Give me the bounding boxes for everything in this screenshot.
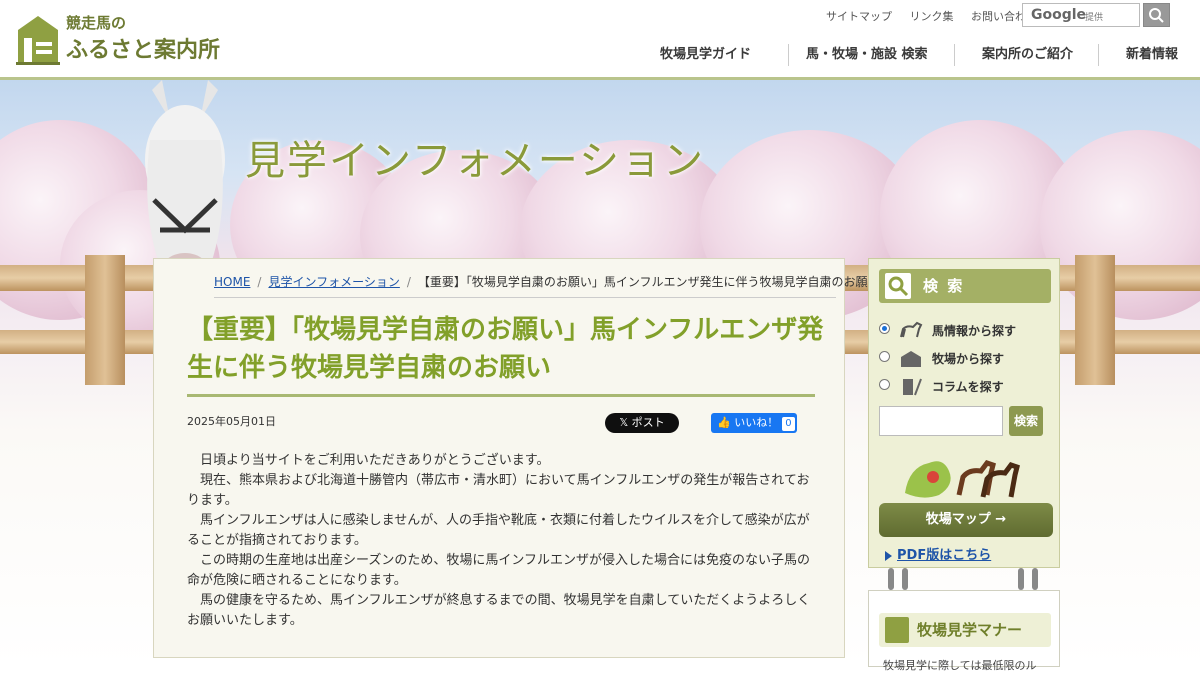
search-option-label: 馬情報から探す — [932, 324, 1017, 338]
google-brand-text: Google — [1031, 7, 1087, 23]
book-icon — [885, 617, 909, 643]
breadcrumb-section-link[interactable]: 見学インフォメーション — [268, 275, 399, 289]
article-title: 【重要】「牧場見学自粛のお願い」馬インフルエンザ発生に伴う牧場見学自粛のお願い — [187, 315, 824, 383]
hokkaido-map-horses-icon — [905, 460, 1020, 498]
nav-divider — [1098, 44, 1099, 66]
radio-button[interactable] — [879, 351, 890, 362]
site-search-button[interactable] — [1143, 3, 1170, 27]
nav-divider — [788, 44, 789, 66]
logo-emblem-icon — [16, 16, 60, 65]
arrow-right-icon — [885, 550, 892, 561]
article-paragraph: 馬の健康を守るため、馬インフルエンザが終息するまでの間、牧場見学を自粛していただ… — [187, 593, 811, 628]
breadcrumb-separator: / — [257, 275, 262, 289]
magnifier-icon — [885, 273, 911, 299]
binder-ring-icon — [888, 568, 908, 590]
nav-news[interactable]: 新着情報 — [1126, 40, 1178, 70]
sidebar-search-title: 検 索 — [923, 277, 965, 295]
like-count: 0 — [782, 417, 795, 431]
visit-manners-card[interactable]: 牧場見学マナー 牧場見学に際しては最低限のル — [868, 590, 1060, 672]
like-label: 👍 いいね！ — [717, 416, 779, 429]
sidebar-search-header: 検 索 — [879, 269, 1051, 303]
main-navigation: 牧場見学ガイド 馬・牧場・施設 検索 案内所のご紹介 新着情報 — [620, 40, 1200, 70]
breadcrumb-separator: / — [406, 275, 411, 289]
title-underline — [187, 394, 815, 397]
logo-text-main: ふるさと案内所 — [66, 38, 221, 63]
post-date: 2025年05月01日 — [187, 415, 276, 428]
search-option-label: 牧場から探す — [932, 352, 1005, 366]
site-header: 競走馬の ふるさと案内所 サイトマップ リンク集 お問い合わせ Google 提… — [0, 0, 1200, 80]
blossom-tree — [1040, 130, 1200, 320]
barn-icon — [901, 351, 921, 367]
article-paragraph: 現在、熊本県および北海道十勝管内（帯広市・清水町）において馬インフルエンザの発生… — [187, 473, 810, 508]
visit-manners-title: 牧場見学マナー — [917, 621, 1023, 639]
article-card: HOME / 見学インフォメーション / 【重要】「牧場見学自粛のお願い」馬インフルエン… — [153, 258, 880, 658]
search-icon — [1149, 8, 1164, 23]
site-search-input[interactable]: Google 提供 — [1022, 3, 1140, 27]
breadcrumb-home-link[interactable]: HOME — [214, 275, 250, 289]
site-logo[interactable]: 競走馬の ふるさと案内所 — [16, 10, 220, 68]
nav-search[interactable]: 馬・牧場・施設 検索 — [806, 40, 928, 70]
fence-post — [85, 255, 125, 385]
search-option-label: コラムを探す — [932, 380, 1004, 394]
sidebar-search-button[interactable]: 検索 — [1009, 406, 1043, 436]
visit-manners-text: 牧場見学に際しては最低限のル — [883, 659, 1037, 672]
article-paragraph: 日頃より当サイトをご利用いただきありがとうございます。 — [200, 453, 550, 468]
radio-button[interactable] — [879, 379, 890, 390]
binder-ring-icon — [1018, 568, 1038, 590]
nav-about[interactable]: 案内所のご紹介 — [982, 40, 1073, 70]
sitemap-link[interactable]: サイトマップ — [826, 10, 892, 23]
breadcrumb-divider — [214, 297, 836, 298]
links-page-link[interactable]: リンク集 — [910, 10, 954, 23]
fence-post — [1075, 255, 1115, 385]
visit-manners-header: 牧場見学マナー — [879, 613, 1051, 647]
hero-title: 見学インフォメーション — [245, 138, 705, 184]
x-post-button[interactable]: 𝕏 ポスト — [605, 413, 679, 433]
article-body: 日頃より当サイトをご利用いただきありがとうございます。 現在、熊本県および北海道… — [187, 451, 817, 631]
sidebar-search-panel: 検 索 馬情報から探す 牧場から探す コラムを探す 検索 牧場マップ → PDF… — [868, 258, 1060, 568]
sidebar-search-input[interactable] — [879, 406, 1003, 436]
pdf-link-label: PDF版はこちら — [897, 548, 992, 563]
article-paragraph: この時期の生産地は出産シーズンのため、牧場に馬インフルエンザが侵入した場合には免… — [187, 553, 810, 588]
pdf-version-link[interactable]: PDF版はこちら — [885, 544, 991, 563]
pen-icon — [903, 378, 922, 396]
nav-divider — [954, 44, 955, 66]
nav-visit-guide[interactable]: 牧場見学ガイド — [660, 40, 751, 70]
breadcrumb: HOME / 見学インフォメーション / 【重要】「牧場見学自粛のお願い」馬インフルエン… — [214, 273, 880, 290]
breadcrumb-current: 【重要】「牧場見学自粛のお願い」馬インフルエンザ発生に伴う牧場見学自粛のお願い — [417, 275, 880, 289]
article-paragraph: 馬インフルエンザは人に感染しませんが、人の手指や靴底・衣類に付着したウイルスを介… — [187, 513, 810, 548]
utility-links: サイトマップ リンク集 お問い合わせ — [826, 8, 1051, 24]
ranch-map-button[interactable]: 牧場マップ → — [879, 503, 1053, 537]
logo-text-top: 競走馬の — [66, 14, 127, 32]
facebook-like-button[interactable]: 👍 いいね！ 0 — [711, 413, 797, 433]
horse-icon — [900, 321, 923, 338]
radio-button-checked[interactable] — [879, 323, 890, 334]
google-provided-text: 提供 — [1085, 13, 1104, 23]
